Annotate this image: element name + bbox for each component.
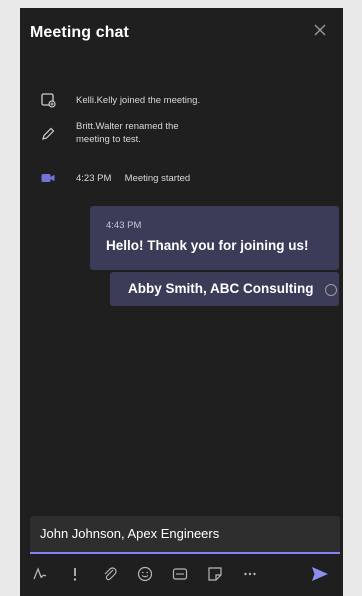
message-time: 4:23 PM <box>76 173 112 184</box>
participant-joined-icon <box>40 92 56 108</box>
sticker-icon[interactable] <box>205 564 225 584</box>
panel-title: Meeting chat <box>30 24 129 41</box>
system-message-line: Britt.Walter renamed the <box>76 121 179 132</box>
giphy-icon[interactable] <box>170 564 190 584</box>
close-icon[interactable] <box>311 22 329 40</box>
message-text: Abby Smith, ABC Consulting <box>128 281 314 296</box>
emoji-icon[interactable] <box>135 564 155 584</box>
message-text: Hello! Thank you for joining us! <box>106 238 309 253</box>
format-icon[interactable] <box>30 564 50 584</box>
priority-icon[interactable] <box>65 564 85 584</box>
chat-message-bubble[interactable]: 4:43 PM Hello! Thank you for joining us! <box>90 206 339 270</box>
compose-toolbar <box>20 564 343 586</box>
chat-message-bubble[interactable]: Abby Smith, ABC Consulting <box>110 272 339 306</box>
system-message-label: Meeting started <box>124 173 191 184</box>
pencil-icon <box>40 126 56 142</box>
more-options-icon[interactable] <box>240 564 260 584</box>
message-time: 4:43 PM <box>106 220 142 231</box>
system-message-text: 4:23 PM Meeting started <box>76 172 190 185</box>
attach-icon[interactable] <box>100 564 120 584</box>
video-camera-icon <box>40 170 56 186</box>
system-message-text: Britt.Walter renamed the meeting to test… <box>76 120 179 146</box>
system-message-line: meeting to test. <box>76 134 141 145</box>
chat-header: Meeting chat <box>20 8 343 56</box>
read-receipt-icon <box>325 284 337 296</box>
compose-message-input[interactable]: John Johnson, Apex Engineers <box>30 516 340 554</box>
system-message-text: Kelli.Kelly joined the meeting. <box>76 95 201 106</box>
meeting-chat-panel: Meeting chat Kelli.Kelly joined the meet… <box>20 8 343 596</box>
send-icon[interactable] <box>310 564 330 584</box>
compose-text[interactable]: John Johnson, Apex Engineers <box>40 526 219 541</box>
